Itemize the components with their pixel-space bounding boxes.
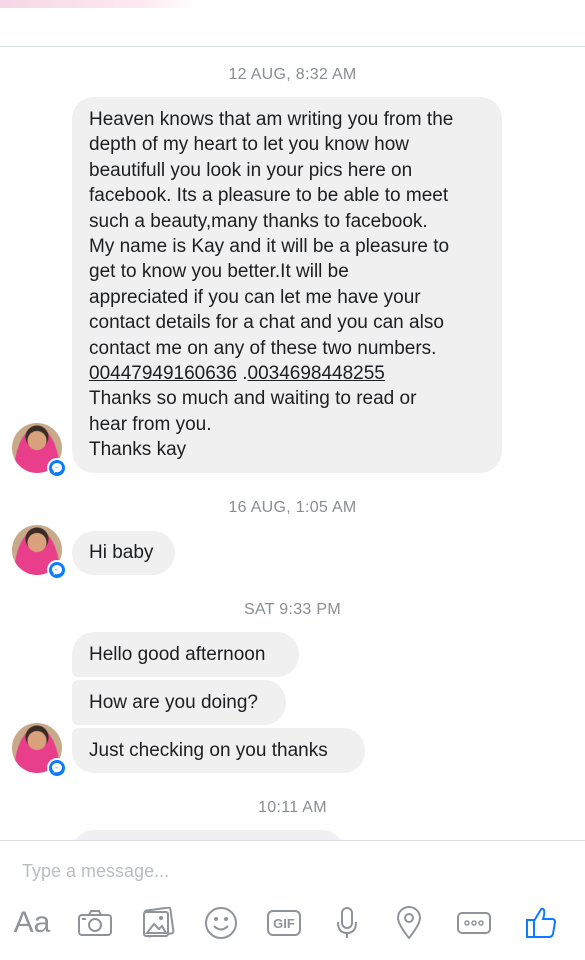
camera-button[interactable]: [76, 903, 114, 943]
message-line: Heaven knows that am writing you from th…: [89, 109, 454, 130]
phone-numbers-line: 00447949160636 .0034698448255: [89, 361, 485, 386]
message-bubble[interactable]: Heaven knows that am writing you from th…: [72, 97, 502, 473]
phone-separator: .: [236, 363, 248, 385]
font-button[interactable]: Aa: [10, 903, 54, 943]
photo-button[interactable]: [139, 903, 177, 943]
more-button[interactable]: [454, 903, 494, 943]
message-feed[interactable]: 12 AUG, 8:32 AM Heaven knows that am wri…: [0, 46, 585, 840]
message-line: beautifull you look in your pics here on: [89, 159, 413, 181]
phone-link-2[interactable]: 0034698448255: [248, 363, 385, 384]
message-bubble[interactable]: Hello good afternoon: [72, 632, 299, 677]
messenger-badge-icon: [47, 458, 67, 478]
sender-avatar[interactable]: [12, 723, 67, 778]
location-button[interactable]: [394, 903, 424, 943]
location-pin-icon: [396, 906, 422, 940]
message-bubble[interactable]: Just checking on you thanks: [72, 728, 365, 773]
message-line: contact me on any of these two numbers.: [89, 337, 437, 359]
sender-avatar[interactable]: [12, 525, 67, 580]
message-line: appreciated if you can let me have your: [89, 286, 421, 308]
messenger-badge-icon: [47, 758, 67, 778]
camera-icon: [78, 910, 112, 936]
thumbs-up-icon: [526, 907, 557, 938]
messenger-badge-icon: [47, 560, 67, 580]
image-icon: [143, 907, 175, 938]
sender-avatar[interactable]: [12, 423, 67, 478]
message-line: Thanks so much and waiting to read or: [89, 388, 417, 410]
message-line: facebook. Its a pleasure to be able to m…: [89, 185, 449, 207]
header-decoration: [0, 0, 200, 8]
gif-button[interactable]: GIF: [264, 903, 304, 943]
timestamp: 10:11 AM: [258, 799, 327, 816]
message-bubble[interactable]: Hi baby: [72, 531, 175, 575]
message-input[interactable]: Type a message...: [22, 861, 169, 882]
conversation-header: [0, 0, 585, 47]
message-line: contact details for a chat and you can a…: [89, 312, 444, 334]
timestamp: SAT 9:33 PM: [244, 601, 341, 618]
more-icon: [457, 912, 491, 934]
smiley-icon: [205, 907, 237, 939]
message-line: such a beauty,many thanks to facebook.: [89, 210, 428, 232]
like-button[interactable]: [522, 903, 560, 943]
timestamp: 12 AUG, 8:32 AM: [228, 66, 357, 83]
timestamp: 16 AUG, 1:05 AM: [228, 499, 357, 516]
message-line: get to know you better.It will be: [89, 261, 349, 283]
message-bubble-partial[interactable]: [72, 830, 344, 840]
message-line: Thanks kay: [89, 439, 187, 461]
message-bubble[interactable]: How are you doing?: [72, 680, 286, 725]
font-button-label: Aa: [13, 906, 51, 939]
gif-label: GIF: [273, 915, 295, 931]
emoji-button[interactable]: [203, 903, 239, 943]
message-line: hear from you.: [89, 413, 212, 435]
gif-icon: GIF: [267, 910, 301, 936]
message-line: My name is Kay and it will be a pleasure…: [89, 236, 450, 258]
voice-button[interactable]: [332, 903, 362, 943]
phone-link-1[interactable]: 00447949160636: [89, 363, 237, 384]
message-line: depth of my heart to let you know how: [89, 134, 410, 156]
composer: Type a message... Aa GIF: [0, 840, 585, 960]
microphone-icon: [337, 907, 357, 938]
